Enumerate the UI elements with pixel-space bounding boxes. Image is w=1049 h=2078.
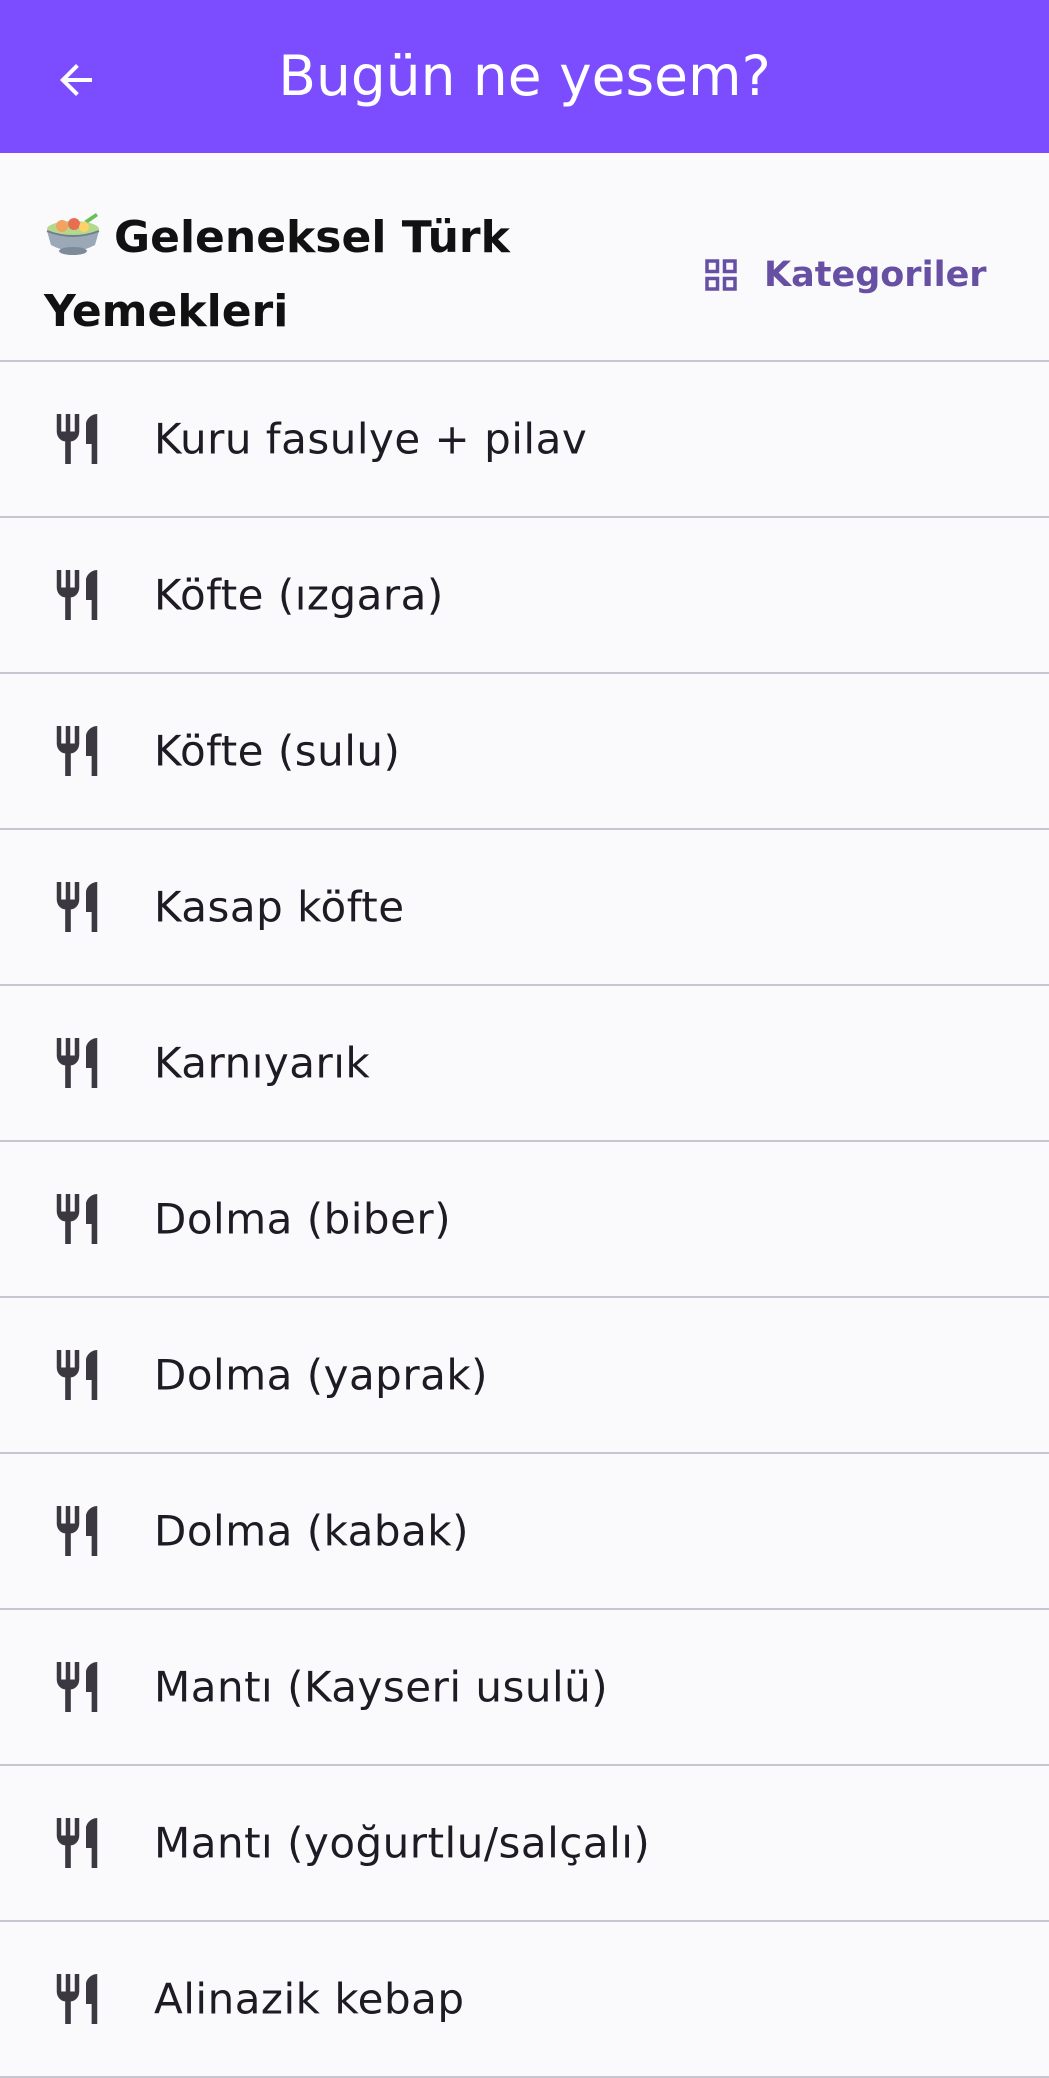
list-item-label: Kuru fasulye + pilav [154, 414, 588, 464]
list-item-label: Alinazik kebap [154, 1974, 465, 2024]
restaurant-icon [50, 1657, 104, 1717]
list-item[interactable]: Mantı (yoğurtlu/salçalı) [0, 1766, 1049, 1922]
list-item[interactable]: Dolma (yaprak) [0, 1298, 1049, 1454]
restaurant-icon [50, 1969, 104, 2029]
food-list: Kuru fasulye + pilav Köfte (ızgara) Köfte … [0, 362, 1049, 2078]
list-item-label: Dolma (yaprak) [154, 1350, 489, 1400]
list-item-label: Dolma (biber) [154, 1194, 452, 1244]
restaurant-icon [50, 1813, 104, 1873]
categories-label: Kategoriler [764, 255, 987, 295]
list-item[interactable]: Köfte (sulu) [0, 674, 1049, 830]
section-title-container: Geleneksel Türk Yemekleri [44, 201, 514, 349]
section-header: Geleneksel Türk Yemekleri Kategoriler [0, 153, 1049, 362]
restaurant-icon [50, 1501, 104, 1561]
list-item[interactable]: Dolma (kabak) [0, 1454, 1049, 1610]
bowl-icon [46, 213, 100, 255]
list-item-label: Karnıyarık [154, 1038, 371, 1088]
list-item-label: Kasap köfte [154, 882, 405, 932]
list-item[interactable]: Kasap köfte [0, 830, 1049, 986]
list-item[interactable]: Dolma (biber) [0, 1142, 1049, 1298]
restaurant-icon [50, 1189, 104, 1249]
grid-icon [705, 259, 737, 291]
list-item-label: Mantı (yoğurtlu/salçalı) [154, 1818, 651, 1868]
app-bar: Bugün ne yesem? [0, 0, 1049, 153]
list-item[interactable]: Karnıyarık [0, 986, 1049, 1142]
restaurant-icon [50, 1033, 104, 1093]
section-title: Geleneksel Türk Yemekleri [44, 212, 510, 337]
categories-button[interactable]: Kategoriler [700, 247, 987, 303]
list-item[interactable]: Mantı (Kayseri usulü) [0, 1610, 1049, 1766]
list-item-label: Mantı (Kayseri usulü) [154, 1662, 609, 1712]
restaurant-icon [50, 409, 104, 469]
restaurant-icon [50, 721, 104, 781]
list-item-label: Köfte (ızgara) [154, 570, 444, 620]
list-item[interactable]: Kuru fasulye + pilav [0, 362, 1049, 518]
list-item-label: Köfte (sulu) [154, 726, 401, 776]
restaurant-icon [50, 1345, 104, 1405]
page-title: Bugün ne yesem? [278, 44, 771, 108]
list-item-label: Dolma (kabak) [154, 1506, 470, 1556]
list-item[interactable]: Alinazik kebap [0, 1922, 1049, 2078]
list-item[interactable]: Köfte (ızgara) [0, 518, 1049, 674]
restaurant-icon [50, 877, 104, 937]
restaurant-icon [50, 565, 104, 625]
